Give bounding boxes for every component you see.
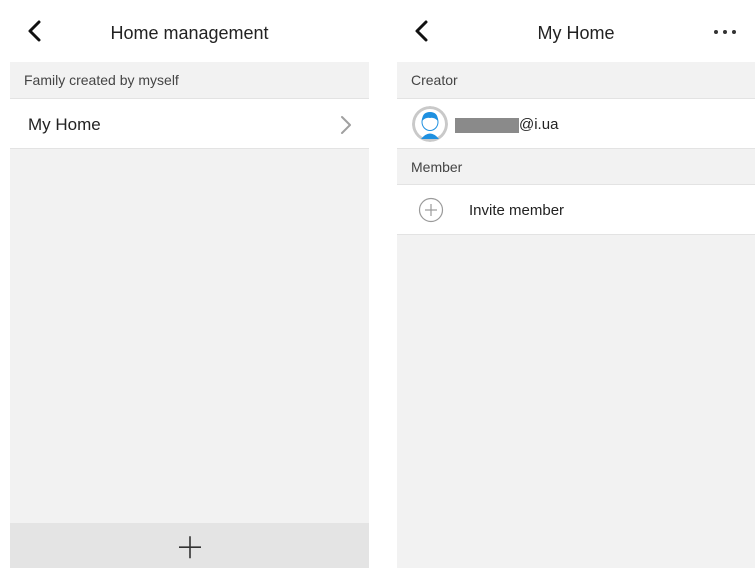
section-header-family-created: Family created by myself	[10, 62, 369, 98]
chevron-left-icon	[415, 20, 428, 42]
plus-circle-icon	[418, 197, 444, 223]
back-button[interactable]	[20, 16, 50, 46]
redacted-email-block	[455, 118, 519, 133]
more-dots-icon	[714, 30, 736, 34]
back-button[interactable]	[407, 16, 437, 46]
add-home-button[interactable]	[10, 523, 369, 568]
page-title: My Home	[537, 23, 615, 43]
section-header-creator: Creator	[397, 62, 755, 98]
chevron-right-icon	[341, 116, 351, 134]
creator-email: @i.ua	[519, 116, 559, 133]
avatar	[412, 106, 448, 142]
home-detail-screen: My Home Creator @i.ua Member Invite memb…	[397, 0, 755, 568]
section-header-member: Member	[397, 149, 755, 185]
nav-bar: Home management	[10, 0, 369, 63]
plus-icon	[178, 535, 201, 558]
home-management-screen: Home management Family created by myself…	[10, 0, 369, 568]
user-avatar-icon	[412, 106, 448, 142]
home-list-item[interactable]: My Home	[10, 98, 369, 149]
invite-member-row[interactable]: Invite member	[397, 184, 755, 235]
invite-member-label: Invite member	[469, 202, 565, 219]
nav-bar: My Home	[397, 0, 755, 63]
home-name-label: My Home	[28, 115, 101, 134]
page-title: Home management	[110, 23, 269, 43]
chevron-left-icon	[28, 20, 41, 42]
more-options-button[interactable]	[707, 16, 743, 46]
creator-row[interactable]: @i.ua	[397, 98, 755, 149]
